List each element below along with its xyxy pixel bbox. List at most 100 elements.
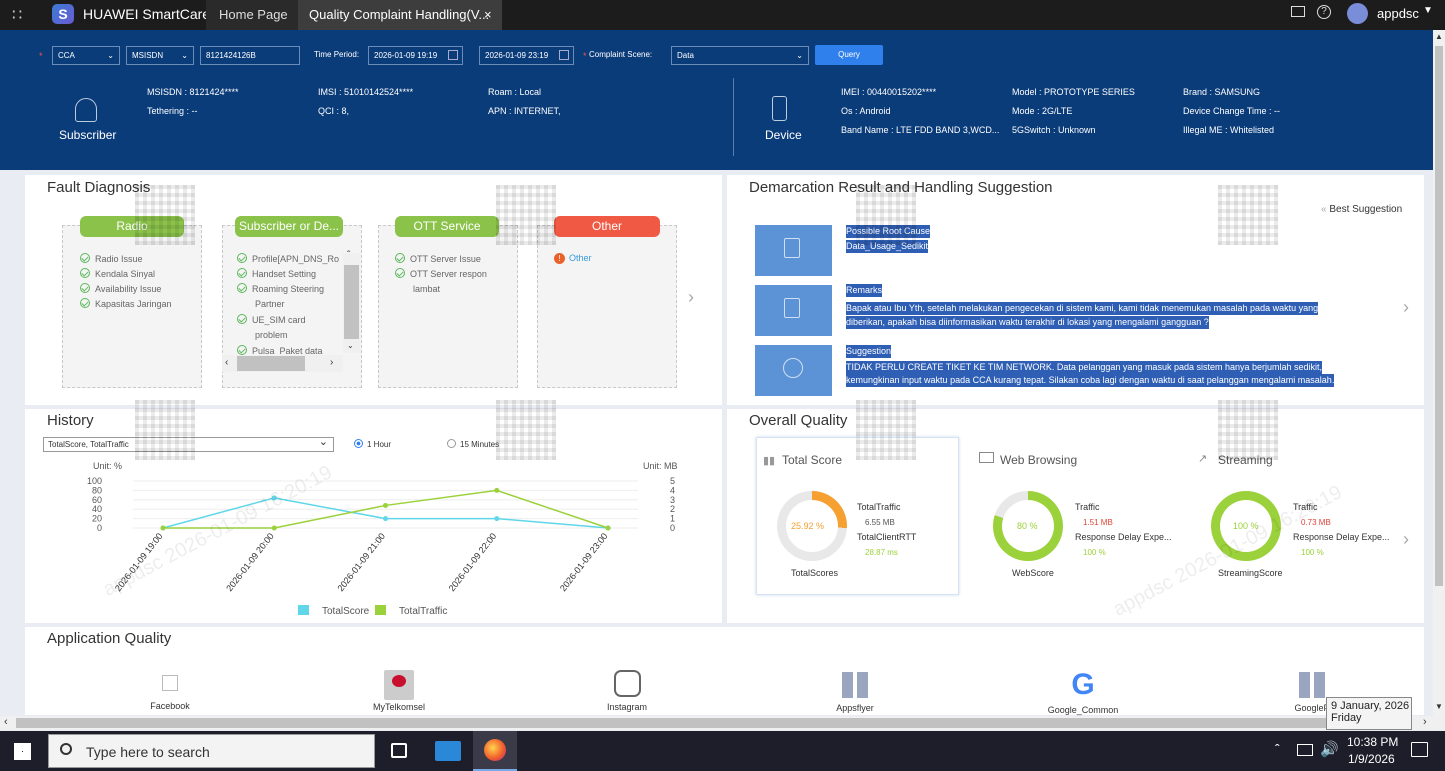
suggestion-image [755,345,832,396]
other-item[interactable]: ! Other [554,253,592,264]
other-pill[interactable]: Other [554,216,660,237]
check-icon [237,314,247,324]
application-quality-panel: Application Quality Facebook MyTelkomsel… [25,627,1424,715]
app-appsflyer[interactable]: Appsflyer [825,672,885,713]
network-icon[interactable] [1297,744,1313,756]
chevron-down-icon[interactable]: ⌄ [347,341,354,350]
scroll-thumb[interactable] [1435,46,1443,586]
firefox-taskbar-button[interactable] [473,731,517,771]
chevron-left-icon[interactable]: ‹ [4,716,8,728]
total-traffic-label: TotalTraffic [857,502,901,512]
check-icon [80,268,90,278]
scroll-up-icon[interactable]: ▲ [1435,32,1443,41]
suggestion-line-1: TIDAK PERLU CREATE TIKET KE TIM NETWORK.… [846,361,1323,374]
clock-date[interactable]: 1/9/2026 [1348,752,1395,766]
chevron-right-icon[interactable]: › [1403,297,1409,318]
scroll-thumb[interactable] [16,718,1346,728]
volume-icon[interactable]: 🔊 [1320,740,1339,758]
radio-1-hour-label: 1 Hour [367,440,392,449]
chevron-right-icon[interactable]: › [330,357,333,368]
chevron-right-icon[interactable]: › [688,287,694,308]
chevron-up-icon[interactable]: ˆ [1275,741,1280,757]
clock-time[interactable]: 10:38 PM [1347,735,1398,749]
time-start-input[interactable]: 2026-01-09 19:19 [368,46,463,65]
mail-app-icon[interactable] [435,741,461,761]
msisdn-input[interactable]: 8121424126B [200,46,300,65]
page-horizontal-scrollbar[interactable]: ‹ › [0,716,1445,730]
subscriber-item: Profile[APN_DNS_Ro [237,253,339,264]
query-header: * CCA ⌄ MSISDN ⌄ 8121424126B Time Period: … [0,30,1445,170]
msisdn-type-select[interactable]: MSISDN ⌄ [126,46,194,65]
subscriber-item-label: UE_SIM card [252,315,306,325]
radio-item-label: Kendala Sinyal [95,269,156,279]
web-score-footer: WebScore [1012,568,1054,578]
ott-pill[interactable]: OTT Service [395,216,499,237]
total-rtt-label: TotalClientRTT [857,532,917,542]
calendar-icon[interactable] [559,50,569,60]
tab-home-page[interactable]: Home Page [206,0,298,30]
apps-grid-icon[interactable]: ∷ [12,5,22,25]
chevron-right-icon[interactable]: › [1403,529,1409,550]
chevron-up-icon[interactable]: ˆ [347,250,350,261]
chevron-left-icon[interactable]: ‹ [225,357,228,368]
close-icon[interactable]: × [484,3,492,27]
history-chart: Unit: % Unit: MB1008060402005432102026-01… [87,461,678,617]
radio-1-hour[interactable]: 1 Hour [354,439,391,449]
apps-icon [1299,672,1325,698]
app-google-common[interactable]: G Google_Common [1043,670,1123,716]
scroll-down-icon[interactable]: ▼ [1435,702,1443,711]
tab-quality-complaint[interactable]: Quality Complaint Handling(V... × [298,0,502,30]
radio-15-minutes[interactable]: 15 Minutes [447,439,499,449]
notification-icon[interactable] [1411,742,1428,757]
radio-selected-icon [354,439,363,448]
chevron-right-icon[interactable]: › [1423,716,1427,728]
complaint-scene-select[interactable]: Data ⌄ [671,46,809,65]
tab-label: Home Page [219,7,288,22]
username[interactable]: appdsc [1377,6,1419,21]
app-title: HUAWEI SmartCare [83,6,211,22]
tethering-info: Tethering : -- [147,106,198,116]
app-mytelkomsel[interactable]: MyTelkomsel [366,670,432,712]
horizontal-scrollbar[interactable]: ‹ › [222,355,343,372]
time-start-value: 2026-01-09 19:19 [374,51,438,60]
mail-icon[interactable] [1291,6,1305,17]
stream-delay-label: Response Delay Expe... [1293,532,1390,542]
calendar-icon[interactable] [448,50,458,60]
model-info: Model : PROTOTYPE SERIES [1012,87,1135,97]
device-change-time-info: Device Change Time : -- [1183,106,1281,116]
app-label: Facebook [150,701,190,711]
time-end-input[interactable]: 2026-01-09 23:19 [479,46,574,65]
best-suggestion-link[interactable]: « Best Suggestion [1321,204,1402,215]
page-scrollbar[interactable]: ▲ ▼ [1433,30,1445,716]
radio-item-label: Kapasitas Jaringan [95,299,172,309]
avatar[interactable] [1347,3,1368,24]
roam-info: Roam : Local [488,87,542,97]
app-label: MyTelkomsel [372,702,425,712]
chevron-down-icon[interactable]: ▼ [1423,5,1433,16]
document-icon [784,238,800,258]
scroll-thumb[interactable] [237,356,305,371]
windows-start-icon[interactable] [14,743,31,760]
5g-switch-info: 5GSwitch : Unknown [1012,125,1096,135]
app-facebook[interactable]: Facebook [150,675,190,711]
help-icon[interactable]: ? [1317,5,1331,19]
vertical-scrollbar[interactable]: ˆ ⌄ [343,250,360,353]
task-view-icon[interactable] [391,743,407,758]
subscriber-item: Handset Setting [237,268,316,279]
overall-quality-panel: Overall Quality ▮▮ Total Score 25.92 % T… [727,409,1424,623]
suggestion-label: Suggestion [846,345,892,358]
other-item-label: Other [569,253,592,263]
check-icon [80,283,90,293]
data-point-TotalTraffic [271,525,277,531]
taskbar-search-box[interactable]: Type here to search [48,734,375,768]
other-card [537,225,677,388]
check-icon [80,298,90,308]
query-button[interactable]: Query [815,45,883,65]
tooltip-day: Friday [1331,712,1362,724]
title-bar: ∷ S HUAWEI SmartCare Home Page Quality C… [0,0,1445,30]
scroll-thumb[interactable] [344,265,359,339]
subscriber-pill[interactable]: Subscriber or De... [235,216,343,237]
app-instagram[interactable]: Instagram [597,670,657,712]
cca-select[interactable]: CCA ⌄ [52,46,120,65]
check-icon [237,268,247,278]
